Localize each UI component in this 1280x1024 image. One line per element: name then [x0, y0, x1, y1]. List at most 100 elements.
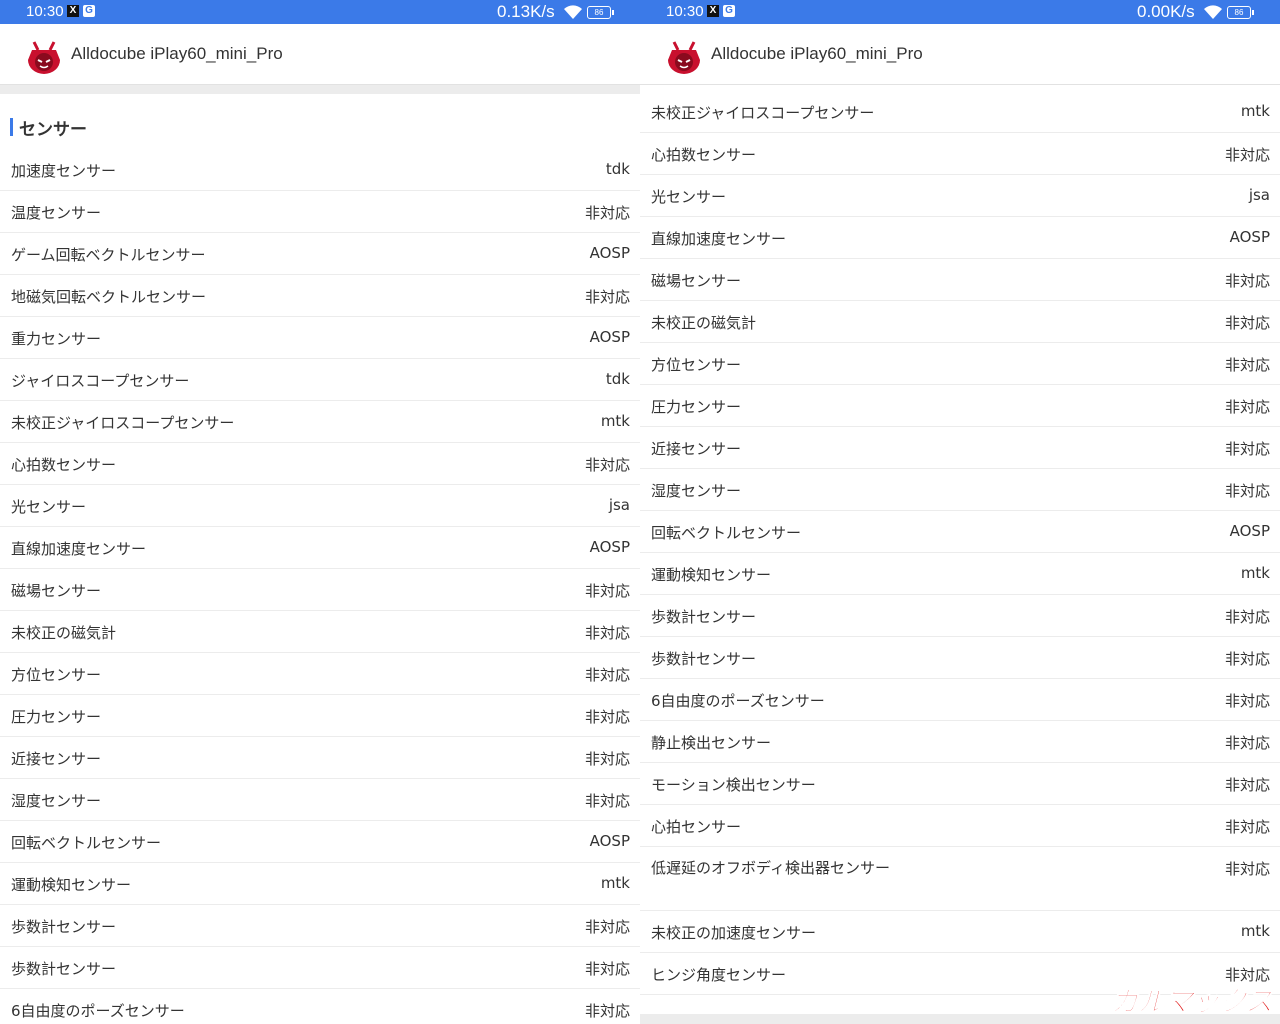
- sensor-vendor: 非対応: [1224, 650, 1270, 668]
- x-app-icon: X: [707, 5, 719, 17]
- sensor-name: 方位センサー: [651, 356, 742, 374]
- battery-icon: 86: [587, 6, 614, 19]
- sensor-name: 加速度センサー: [11, 162, 117, 180]
- table-row: 近接センサー 非対応: [0, 737, 640, 779]
- sensor-name: モーション検出センサー: [651, 776, 816, 794]
- status-time: 10:30: [666, 3, 704, 20]
- sensor-name: 地磁気回転ベクトルセンサー: [11, 288, 207, 306]
- sensor-vendor: AOSP: [1229, 522, 1270, 540]
- sensor-name: 心拍数センサー: [651, 146, 757, 164]
- sensor-vendor: tdk: [605, 370, 630, 388]
- table-row: 6自由度のポーズセンサー 非対応: [640, 679, 1280, 721]
- sensor-name: 湿度センサー: [11, 792, 102, 810]
- table-row: モーション検出センサー 非対応: [640, 763, 1280, 805]
- sensor-vendor: 非対応: [1224, 272, 1270, 290]
- sensor-name: 未校正ジャイロスコープセンサー: [11, 414, 235, 432]
- sensor-vendor: 非対応: [1224, 314, 1270, 332]
- sensor-vendor: 非対応: [584, 666, 630, 684]
- sensor-name: ゲーム回転ベクトルセンサー: [11, 246, 206, 264]
- sensor-vendor: mtk: [600, 412, 630, 430]
- sensor-vendor: mtk: [1240, 564, 1270, 582]
- sensor-name: 重力センサー: [11, 330, 102, 348]
- sensor-name: 回転ベクトルセンサー: [11, 834, 162, 852]
- network-speed: 0.13K/s: [497, 2, 555, 21]
- table-row: 歩数計センサー 非対応: [640, 595, 1280, 637]
- antutu-logo-icon: [28, 41, 60, 74]
- sensor-name: 運動検知センサー: [651, 566, 772, 584]
- table-row: 低遅延のオフボディ検出器センサー 非対応: [640, 847, 1280, 911]
- sensor-vendor: tdk: [605, 160, 630, 178]
- sensor-name: 直線加速度センサー: [11, 540, 147, 558]
- sensor-name: 近接センサー: [651, 440, 742, 458]
- network-speed: 0.00K/s: [1137, 2, 1195, 21]
- sensor-name: 光センサー: [651, 188, 727, 206]
- sensor-name: 圧力センサー: [11, 708, 102, 726]
- sensor-name: 方位センサー: [11, 666, 102, 684]
- sensor-list: 加速度センサー tdk 温度センサー 非対応 ゲーム回転ベクトルセンサー AOSP 地…: [0, 149, 640, 1024]
- section-title: センサー: [19, 120, 87, 140]
- sensor-vendor: 非対応: [584, 204, 630, 222]
- sensor-name: 湿度センサー: [651, 482, 742, 500]
- table-row: 運動検知センサー mtk: [640, 553, 1280, 595]
- section-accent-bar: [10, 118, 13, 136]
- device-title: Alldocube iPlay60_mini_Pro: [711, 44, 923, 63]
- table-row: 磁場センサー 非対応: [640, 259, 1280, 301]
- sensor-name: 6自由度のポーズセンサー: [651, 692, 825, 710]
- sensor-vendor: 非対応: [1224, 482, 1270, 500]
- table-row: 心拍数センサー 非対応: [0, 443, 640, 485]
- sensor-name: 温度センサー: [11, 204, 102, 222]
- sensor-name: 心拍センサー: [651, 818, 742, 836]
- sensor-list: 未校正ジャイロスコープセンサー mtk 心拍数センサー 非対応 光センサー jsa 直…: [640, 91, 1280, 995]
- sensor-name: 磁場センサー: [11, 582, 102, 600]
- table-row: 直線加速度センサー AOSP: [0, 527, 640, 569]
- right-pane: 10:30 X G 0.00K/s 86 Alldocube iPlay60_m…: [640, 0, 1280, 1024]
- sensor-vendor: 非対応: [1224, 860, 1270, 878]
- sensor-vendor: 非対応: [584, 456, 630, 474]
- sensor-vendor: AOSP: [589, 538, 630, 556]
- sensor-name: 歩数計センサー: [11, 960, 117, 978]
- table-row: 未校正の磁気計 非対応: [640, 301, 1280, 343]
- device-title: Alldocube iPlay60_mini_Pro: [71, 44, 283, 63]
- sensor-vendor: 非対応: [1224, 692, 1270, 710]
- status-bar: 10:30 X G 0.13K/s 86: [0, 0, 640, 24]
- sensor-name: 未校正の加速度センサー: [651, 924, 817, 942]
- sensor-name: 圧力センサー: [651, 398, 742, 416]
- sensor-vendor: jsa: [608, 496, 630, 514]
- table-row: 歩数計センサー 非対応: [640, 637, 1280, 679]
- x-app-icon: X: [67, 5, 79, 17]
- google-icon: G: [723, 5, 735, 17]
- sensor-vendor: mtk: [600, 874, 630, 892]
- sensor-name: 直線加速度センサー: [651, 230, 787, 248]
- sensor-vendor: 非対応: [584, 918, 630, 936]
- table-row: 圧力センサー 非対応: [0, 695, 640, 737]
- table-row: 未校正の磁気計 非対応: [0, 611, 640, 653]
- sensor-name: 未校正の磁気計: [11, 624, 117, 642]
- sensor-vendor: 非対応: [584, 792, 630, 810]
- google-icon: G: [83, 5, 95, 17]
- table-row: 重力センサー AOSP: [0, 317, 640, 359]
- table-row: 静止検出センサー 非対応: [640, 721, 1280, 763]
- sensor-name: 回転ベクトルセンサー: [651, 524, 802, 542]
- status-time: 10:30: [26, 3, 64, 20]
- left-pane: 10:30 X G 0.13K/s 86 Alldocube iPlay60_m…: [0, 0, 640, 1024]
- table-row: 方位センサー 非対応: [640, 343, 1280, 385]
- table-row: 加速度センサー tdk: [0, 149, 640, 191]
- table-row: 湿度センサー 非対応: [640, 469, 1280, 511]
- sensor-name: 未校正ジャイロスコープセンサー: [651, 104, 875, 122]
- battery-icon: 86: [1227, 6, 1254, 19]
- sensor-name: ジャイロスコープセンサー: [11, 372, 190, 390]
- sensor-vendor: 非対応: [1224, 818, 1270, 836]
- table-row: ゲーム回転ベクトルセンサー AOSP: [0, 233, 640, 275]
- divider: [0, 85, 640, 94]
- table-row: 近接センサー 非対応: [640, 427, 1280, 469]
- table-row: 光センサー jsa: [0, 485, 640, 527]
- table-row: 地磁気回転ベクトルセンサー 非対応: [0, 275, 640, 317]
- table-row: 運動検知センサー mtk: [0, 863, 640, 905]
- antutu-logo-icon: [668, 41, 700, 74]
- sensor-name: 心拍数センサー: [11, 456, 117, 474]
- sensor-vendor: 非対応: [1224, 356, 1270, 374]
- sensor-vendor: mtk: [1240, 102, 1270, 120]
- sensor-vendor: 非対応: [1224, 440, 1270, 458]
- sensor-name: 6自由度のポーズセンサー: [11, 1002, 185, 1020]
- table-row: 心拍数センサー 非対応: [640, 133, 1280, 175]
